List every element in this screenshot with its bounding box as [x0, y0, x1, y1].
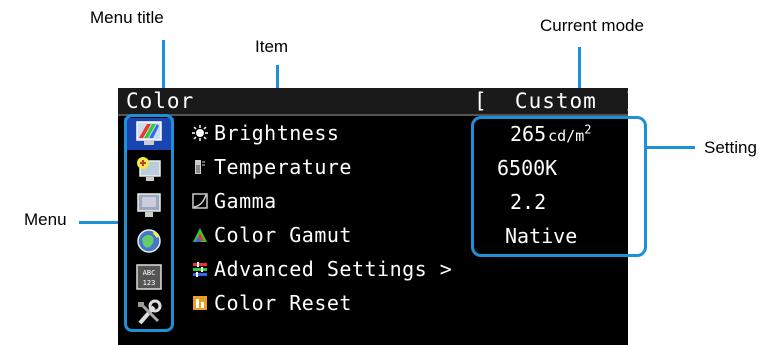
gamma-icon	[192, 193, 208, 209]
item-brightness[interactable]: Brightness	[192, 118, 339, 148]
item-label: Color Gamut	[214, 223, 352, 247]
item-temperature[interactable]: Temperature	[192, 152, 352, 182]
callout-setting: Setting	[704, 138, 757, 157]
reset-icon	[192, 295, 208, 311]
callout-item: Item	[255, 37, 289, 56]
setting-callout-frame	[471, 116, 647, 257]
menu-title: Color	[126, 89, 195, 113]
leader-current-mode	[578, 47, 581, 88]
item-color-reset[interactable]: Color Reset	[192, 288, 352, 318]
sun-icon	[192, 125, 208, 141]
callout-menu-title: Menu title	[90, 8, 164, 27]
item-label: Brightness	[214, 121, 340, 145]
item-label: Color Reset	[214, 291, 352, 315]
current-mode: [ Custom ]	[474, 89, 638, 113]
sliders-icon	[192, 261, 208, 277]
callout-menu: Menu	[24, 210, 67, 229]
item-color-gamut[interactable]: Color Gamut	[192, 220, 352, 250]
item-label: Advanced Settings >	[214, 257, 453, 281]
callout-current-mode: Current mode	[540, 16, 644, 35]
item-gamma[interactable]: Gamma	[192, 186, 277, 216]
leader-setting	[647, 146, 695, 149]
item-label: Gamma	[214, 189, 277, 213]
thermometer-icon	[192, 159, 208, 175]
menu-callout-frame	[124, 114, 174, 332]
color-triangle-icon	[192, 227, 208, 243]
item-label: Temperature	[214, 155, 352, 179]
leader-menu-title	[162, 40, 165, 88]
item-advanced-settings[interactable]: Advanced Settings >	[192, 254, 452, 284]
osd-title-bar: Color [ Custom ]	[118, 88, 637, 116]
